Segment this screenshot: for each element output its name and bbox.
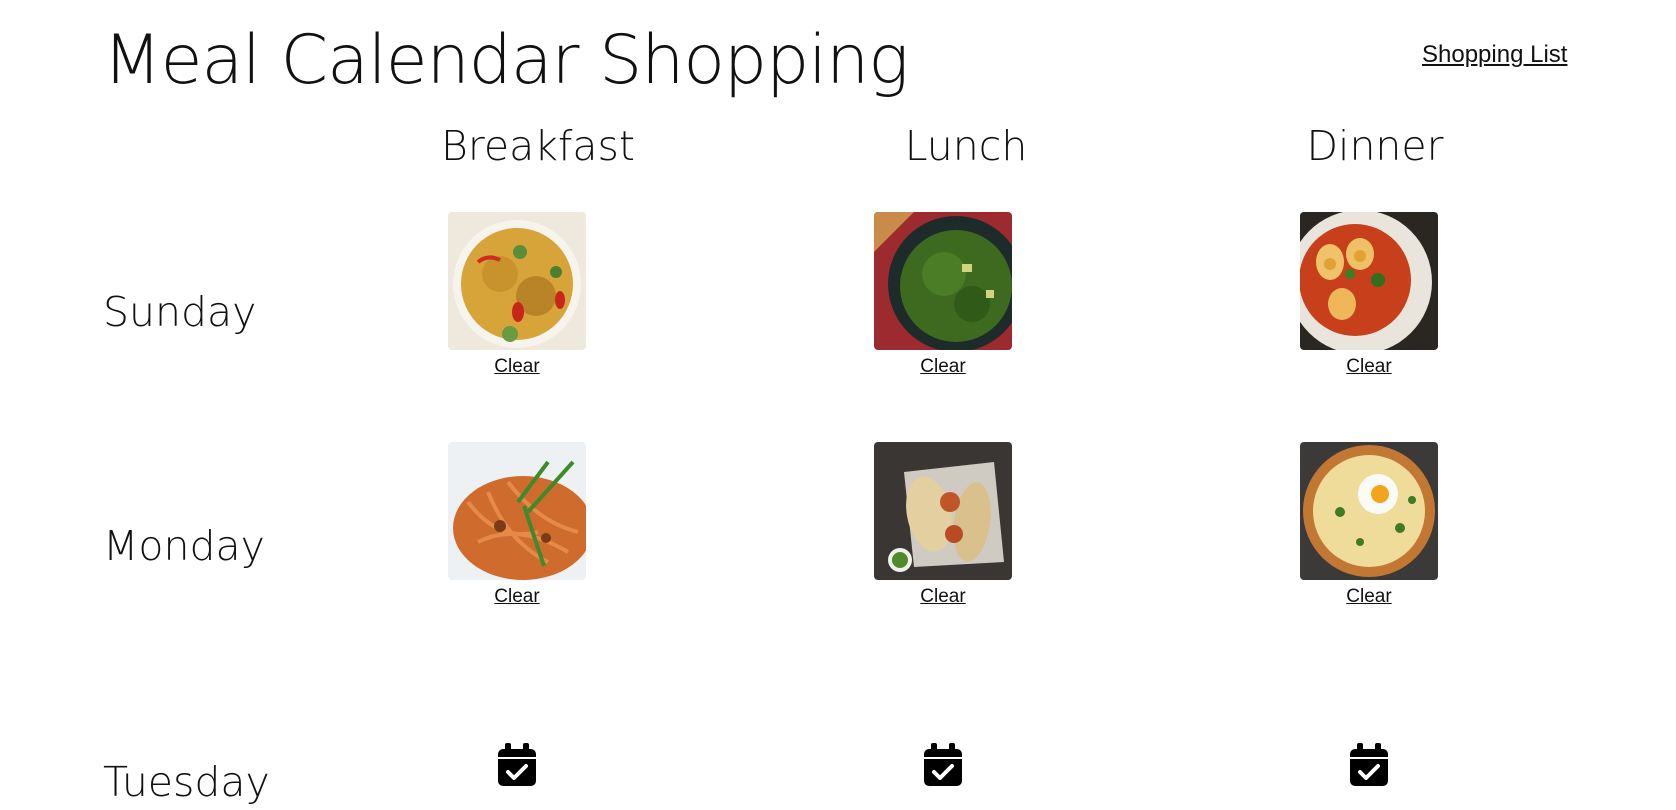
column-header-breakfast: Breakfast: [441, 122, 635, 170]
spaghetti-image[interactable]: [448, 442, 586, 580]
spinach-curry-image[interactable]: [874, 212, 1012, 350]
egg-curry-image[interactable]: [1300, 212, 1438, 350]
clear-link[interactable]: Clear: [1269, 356, 1469, 378]
egg-flatbread-image[interactable]: [1300, 442, 1438, 580]
calendar-check-icon[interactable]: [1349, 743, 1389, 787]
column-header-lunch: Lunch: [904, 122, 1028, 170]
day-label-tuesday: Tuesday: [103, 758, 270, 806]
day-label-monday: Monday: [103, 522, 265, 570]
calendar-check-icon[interactable]: [923, 743, 963, 787]
wraps-image[interactable]: [874, 442, 1012, 580]
calendar-check-icon[interactable]: [497, 743, 537, 787]
day-label-sunday: Sunday: [103, 288, 257, 336]
app-title: Meal Calendar Shopping: [103, 21, 909, 100]
column-header-dinner: Dinner: [1306, 122, 1444, 170]
clear-link[interactable]: Clear: [417, 356, 617, 378]
fried-rice-bowl-image[interactable]: [448, 212, 586, 350]
clear-link[interactable]: Clear: [843, 586, 1043, 608]
clear-link[interactable]: Clear: [1269, 586, 1469, 608]
clear-link[interactable]: Clear: [417, 586, 617, 608]
clear-link[interactable]: Clear: [843, 356, 1043, 378]
shopping-list-link[interactable]: Shopping List: [1422, 41, 1567, 69]
